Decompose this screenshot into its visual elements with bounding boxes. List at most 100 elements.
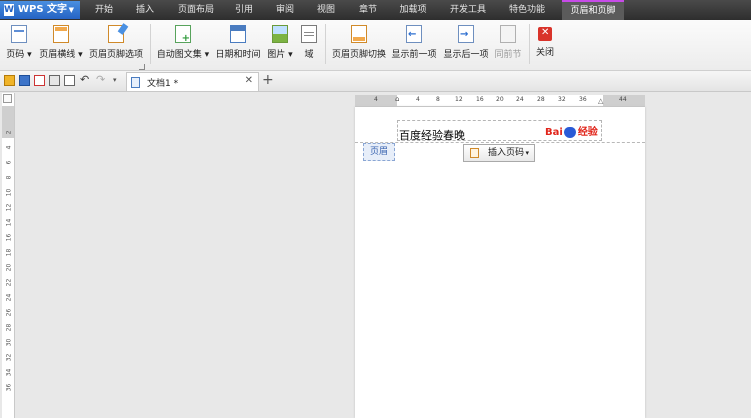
ruler-tick: 22 <box>5 278 13 287</box>
autotext-icon <box>175 25 191 44</box>
header-line-button[interactable]: 页眉横线 ▾ <box>38 23 84 67</box>
ribbon-toolbar: 页码 ▾ 页眉横线 ▾ 页眉页脚选项 自动图文集 ▾ 日期和时间 图片 ▾ 域 … <box>0 20 751 71</box>
undo-icon[interactable]: ↶ <box>80 74 91 86</box>
ruler-tick: 24 <box>516 96 524 103</box>
show-previous-button[interactable]: 显示前一项 <box>390 23 438 67</box>
insert-page-number-button[interactable]: 插入页码 ▾ <box>463 144 535 162</box>
picture-label: 图片 ▾ <box>267 50 293 60</box>
ruler-tick: 2 <box>5 130 13 135</box>
ribbon-divider <box>325 24 326 64</box>
redo-icon[interactable]: ↷ <box>96 74 107 86</box>
close-label: 关闭 <box>535 48 554 58</box>
tab-home[interactable]: 开始 <box>85 0 123 20</box>
close-icon <box>538 27 552 41</box>
ruler-tick: 8 <box>5 175 13 180</box>
open-folder-icon[interactable] <box>4 75 15 86</box>
print-preview-icon[interactable] <box>64 75 75 86</box>
tab-page-layout[interactable]: 页面布局 <box>170 0 222 20</box>
logo-text-bai: Bai <box>545 127 563 138</box>
ruler-tick: 32 <box>558 96 566 103</box>
save-icon[interactable] <box>19 75 30 86</box>
ribbon-divider <box>529 24 530 64</box>
ruler-tick: 28 <box>5 323 13 332</box>
close-header-footer-button[interactable]: 关闭 <box>535 23 555 67</box>
ruler-tick: 32 <box>5 353 13 362</box>
header-text[interactable]: 百度经验春晚 <box>399 127 465 143</box>
ruler-tick: 16 <box>5 233 13 242</box>
ruler-tick: 14 <box>5 218 13 227</box>
switch-header-footer-button[interactable]: 页眉页脚切换 <box>331 23 387 67</box>
ruler-tick: 4 <box>416 96 420 103</box>
ruler-tick: 36 <box>579 96 587 103</box>
right-indent-marker-icon[interactable]: △ <box>598 97 603 105</box>
chevron-down-icon: ▾ <box>525 149 529 157</box>
ruler-tick: 36 <box>5 383 13 392</box>
ruler-tick: 12 <box>455 96 463 103</box>
document-tab[interactable]: 文档1 * ✕ <box>126 72 259 91</box>
customize-dropdown-icon[interactable]: ▾ <box>113 75 124 86</box>
header-footer-options-label: 页眉页脚选项 <box>88 50 143 60</box>
close-tab-icon[interactable]: ✕ <box>245 75 253 86</box>
show-next-button[interactable]: 显示后一项 <box>442 23 490 67</box>
app-name: WPS 文字 <box>18 4 68 15</box>
quick-access-bar: ↶ ↷ ▾ 文档1 * ✕ + <box>0 71 751 92</box>
horizontal-ruler[interactable]: 4 4 8 12 16 20 24 28 32 36 44 ⌂ △ <box>355 95 645 107</box>
print-icon[interactable] <box>49 75 60 86</box>
autotext-button[interactable]: 自动图文集 ▾ <box>156 23 210 67</box>
new-tab-button[interactable]: + <box>262 72 274 88</box>
tab-developer-tools[interactable]: 开发工具 <box>441 0 495 20</box>
ruler-tick: 8 <box>436 96 440 103</box>
vertical-ruler[interactable]: 2 4 6 8 10 12 14 16 18 20 22 24 26 28 30… <box>2 93 15 418</box>
ribbon-divider <box>150 24 151 64</box>
page-number-button[interactable]: 页码 ▾ <box>4 23 34 67</box>
same-as-previous-button[interactable]: 同前节 <box>493 23 523 67</box>
indent-marker-icon[interactable]: ⌂ <box>395 95 399 103</box>
show-previous-label: 显示前一项 <box>391 50 437 60</box>
app-menu-button[interactable]: W WPS 文字 ▼ <box>0 1 80 19</box>
document-tab-title: 文档1 * <box>147 79 179 89</box>
show-next-label: 显示后一项 <box>443 50 489 60</box>
ruler-tick: 44 <box>619 96 627 103</box>
baidu-jingyan-logo: Baidu经验 <box>545 123 598 138</box>
ruler-tick: 34 <box>5 368 13 377</box>
ruler-tick: 26 <box>5 308 13 317</box>
tab-view[interactable]: 视图 <box>307 0 345 20</box>
field-label: 域 <box>304 50 314 60</box>
date-time-label: 日期和时间 <box>215 50 261 60</box>
switch-header-footer-icon <box>351 25 367 43</box>
document-icon <box>131 77 140 88</box>
ruler-tick: 4 <box>374 96 378 103</box>
tab-insert[interactable]: 插入 <box>126 0 164 20</box>
field-icon <box>301 25 317 43</box>
export-pdf-icon[interactable] <box>34 75 45 86</box>
header-line-label: 页眉横线 ▾ <box>39 50 83 60</box>
ruler-tick: 12 <box>5 203 13 212</box>
picture-icon <box>272 25 288 43</box>
header-line-icon <box>53 25 69 43</box>
tab-section[interactable]: 章节 <box>349 0 387 20</box>
autotext-label: 自动图文集 ▾ <box>156 50 210 60</box>
tab-review[interactable]: 审阅 <box>266 0 304 20</box>
switch-header-footer-label: 页眉页脚切换 <box>331 50 386 60</box>
show-previous-icon <box>406 25 422 43</box>
tab-header-footer[interactable]: 页眉和页脚 <box>562 0 624 20</box>
ruler-tick: 6 <box>5 160 13 165</box>
logo-text-jingyan: 经验 <box>577 127 598 138</box>
tab-references[interactable]: 引用 <box>225 0 263 20</box>
calendar-icon <box>230 25 246 43</box>
page-number-icon <box>470 148 479 158</box>
header-footer-options-button[interactable]: 页眉页脚选项 <box>88 23 144 67</box>
tab-stop-selector[interactable] <box>3 94 12 103</box>
ruler-tick: 10 <box>5 188 13 197</box>
dialog-launcher-icon[interactable] <box>139 64 145 70</box>
field-button[interactable]: 域 <box>299 23 319 67</box>
ruler-tick: 30 <box>5 338 13 347</box>
date-time-button[interactable]: 日期和时间 <box>214 23 262 67</box>
tab-addins[interactable]: 加载项 <box>390 0 436 20</box>
picture-button[interactable]: 图片 ▾ <box>265 23 295 67</box>
tab-special-features[interactable]: 特色功能 <box>500 0 554 20</box>
insert-page-number-label: 插入页码 <box>488 148 525 158</box>
wps-logo-icon: W <box>4 4 14 16</box>
chevron-down-icon: ▼ <box>68 6 74 14</box>
ruler-tick: 20 <box>496 96 504 103</box>
